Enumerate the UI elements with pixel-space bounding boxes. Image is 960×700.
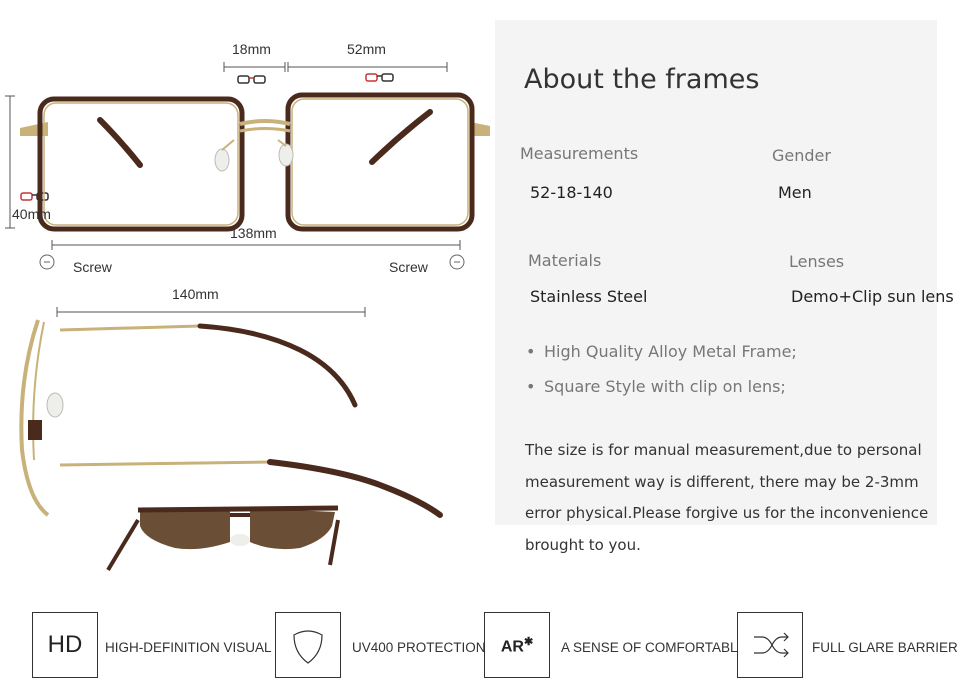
mini-glasses-bridge-icon xyxy=(237,75,266,84)
lens-width-label: 52mm xyxy=(347,41,386,57)
ar-icon: AR✱ xyxy=(500,636,534,656)
gender-label: Gender xyxy=(772,146,831,165)
screw-icon xyxy=(449,254,465,270)
frame-width-dimension-line xyxy=(51,240,461,250)
uv-feature-icon-box xyxy=(275,612,341,678)
lenses-label: Lenses xyxy=(789,252,845,271)
bullet-dot-icon: • xyxy=(526,342,536,361)
measurements-value: 52-18-140 xyxy=(530,183,613,202)
side-view-svg xyxy=(19,307,443,572)
front-frame xyxy=(20,92,490,232)
bridge-width-label: 18mm xyxy=(232,41,271,57)
screw-label-right: Screw xyxy=(389,259,428,275)
ar-feature-icon-box: AR✱ xyxy=(484,612,550,678)
glare-feature-icon-box xyxy=(737,612,803,678)
clip-sunglasses-image xyxy=(106,505,340,572)
shield-icon xyxy=(293,630,323,664)
about-title: About the frames xyxy=(524,64,760,95)
frame-width-label: 138mm xyxy=(230,225,277,241)
temple-length-dimension-line xyxy=(56,307,366,317)
screw-label-left: Screw xyxy=(73,259,112,275)
mini-glasses-lens-icon xyxy=(365,73,394,82)
materials-label: Materials xyxy=(528,251,602,270)
hd-feature-label: HIGH-DEFINITION VISUAL xyxy=(105,640,272,655)
bridge-dimension-line xyxy=(223,62,286,72)
bullet-dot-icon: • xyxy=(526,377,536,396)
ar-feature-label: A SENSE OF COMFORTABLE xyxy=(561,640,747,655)
side-frame xyxy=(19,319,443,518)
shuffle-arrows-icon xyxy=(754,632,789,658)
gender-value: Men xyxy=(778,183,812,202)
uv-feature-label: UV400 PROTECTION xyxy=(352,640,486,655)
measurements-label: Measurements xyxy=(520,144,639,163)
lenses-value: Demo+Clip sun lens xyxy=(791,287,954,306)
size-disclaimer: The size is for manual measurement,due t… xyxy=(525,441,929,554)
glare-feature-label: FULL GLARE BARRIER xyxy=(812,640,958,655)
screw-icon xyxy=(39,254,55,270)
materials-value: Stainless Steel xyxy=(530,287,648,306)
temple-length-label: 140mm xyxy=(172,286,219,302)
lens-height-label: 40mm xyxy=(12,206,51,222)
feature-bullet: • Square Style with clip on lens; xyxy=(526,377,786,396)
hd-feature-icon-box: HD xyxy=(32,612,98,678)
hd-icon: HD xyxy=(47,631,83,658)
feature-bullet: • High Quality Alloy Metal Frame; xyxy=(526,342,797,361)
lens-width-dimension-line xyxy=(287,62,448,72)
